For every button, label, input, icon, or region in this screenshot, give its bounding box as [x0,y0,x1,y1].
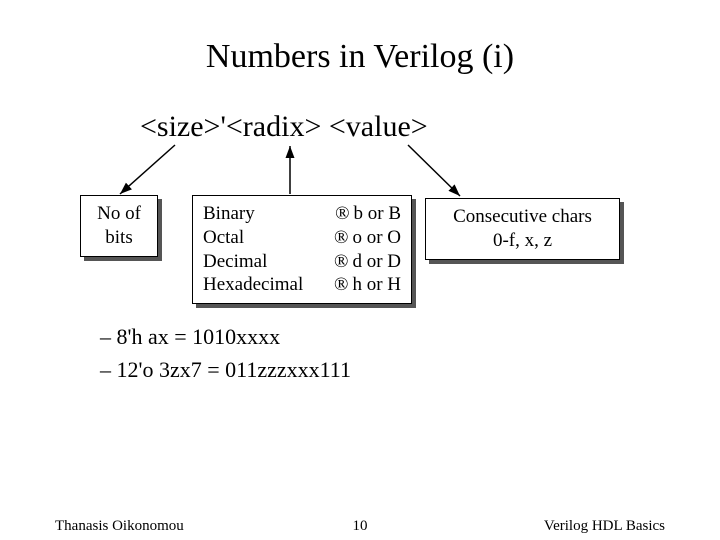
examples-list: 8'h ax = 1010xxxx 12'o 3zx7 = 011zzzxxx1… [100,320,351,386]
arrow-icon: ® [335,203,349,224]
radix-code: d or D [352,251,401,272]
radix-code: o or O [352,227,401,248]
radix-code: h or H [352,274,401,295]
radix-row: Decimal ®d or D [203,250,401,274]
value-box: Consecutive chars 0-f, x, z [425,198,620,260]
footer-topic: Verilog HDL Basics [544,518,665,535]
syntax-line: <size>'<radix> <value> [140,110,428,144]
radix-name: Hexadecimal [203,273,303,297]
syntax-value: <value> [329,110,428,143]
syntax-radix: <radix> [226,110,321,143]
radix-name: Octal [203,226,244,250]
radix-row: Hexadecimal ®h or H [203,273,401,297]
bits-box: No of bits [80,195,158,257]
arrow-icon: ® [334,251,348,272]
radix-name: Binary [203,202,255,226]
bits-line2: bits [91,226,147,250]
arrow-icon: ® [334,227,348,248]
value-line2: 0-f, x, z [436,229,609,253]
example-item: 8'h ax = 1010xxxx [100,320,351,353]
arrow-icon: ® [334,274,348,295]
radix-row: Binary ®b or B [203,202,401,226]
radix-name: Decimal [203,250,267,274]
bits-line1: No of [91,202,147,226]
example-item: 12'o 3zx7 = 011zzzxxx111 [100,353,351,386]
radix-row: Octal ®o or O [203,226,401,250]
radix-code: b or B [354,203,402,224]
slide-title: Numbers in Verilog (i) [0,38,720,76]
syntax-size: <size> [140,110,220,143]
syntax-space [321,110,329,143]
value-line1: Consecutive chars [436,205,609,229]
radix-box: Binary ®b or B Octal ®o or O Decimal ®d … [192,195,412,304]
